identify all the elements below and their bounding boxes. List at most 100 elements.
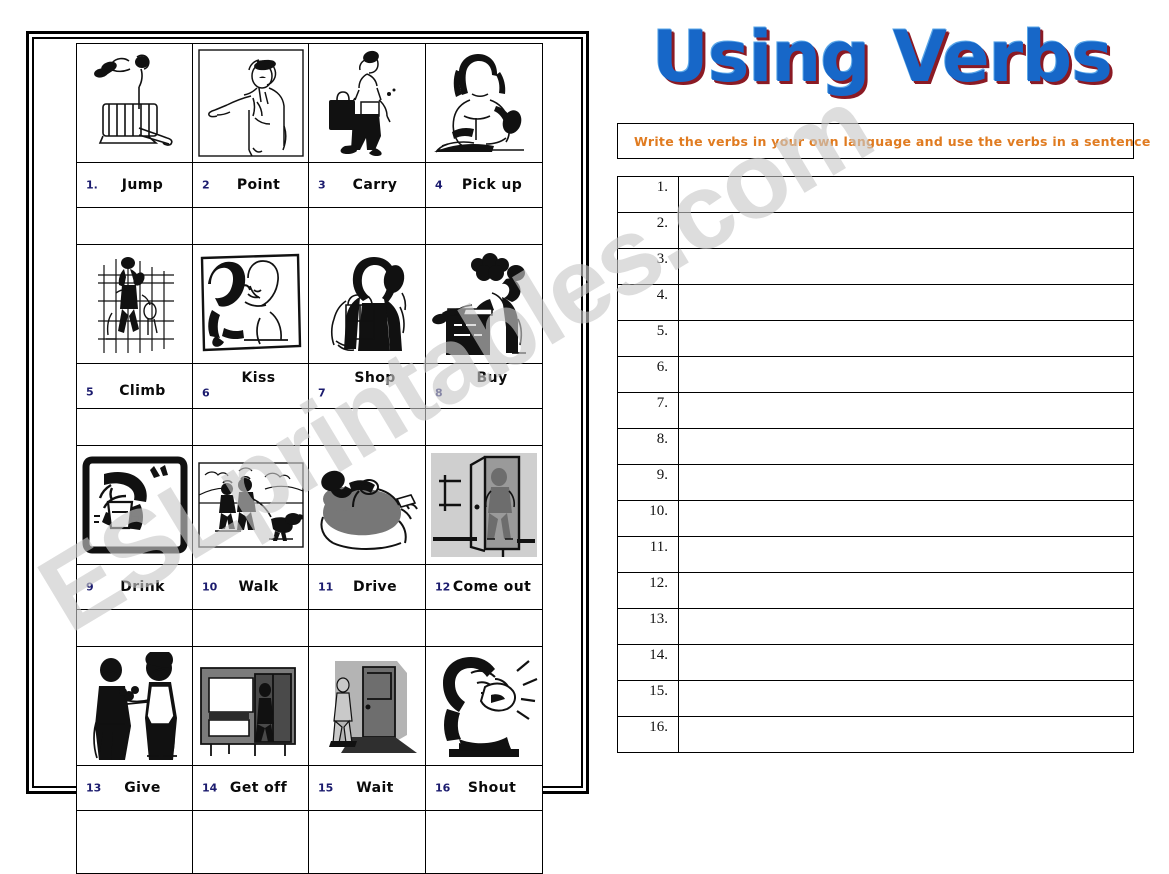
person-coming-out-of-door-icon bbox=[427, 453, 542, 557]
answer-row: 14. bbox=[617, 644, 1134, 681]
person-climbing-fence-icon bbox=[78, 249, 192, 359]
answer-write-field[interactable] bbox=[678, 284, 1134, 321]
verb-label-cell: 10 Walk bbox=[192, 564, 309, 610]
verb-number: 1. bbox=[86, 178, 98, 192]
answer-write-field[interactable] bbox=[678, 320, 1134, 357]
person-jumping-over-box-icon bbox=[78, 49, 192, 157]
answer-write-field[interactable] bbox=[678, 680, 1134, 717]
answer-row: 8. bbox=[617, 428, 1134, 465]
picture-cell bbox=[192, 43, 309, 163]
answer-write-field[interactable] bbox=[678, 716, 1134, 753]
spacer-cell bbox=[192, 609, 309, 647]
answer-write-field[interactable] bbox=[678, 500, 1134, 537]
answer-write-field[interactable] bbox=[678, 356, 1134, 393]
spacer-cell bbox=[425, 810, 543, 874]
verb-label-cell: 6 Kiss bbox=[192, 363, 309, 409]
spacer-row bbox=[76, 810, 543, 874]
answer-row: 3. bbox=[617, 248, 1134, 285]
verb-label-cell: 3 Carry bbox=[308, 162, 426, 208]
person-waiting-at-door-icon bbox=[310, 655, 425, 757]
verb-number: 10 bbox=[202, 580, 218, 594]
verb-label-cell: 15 Wait bbox=[308, 765, 426, 811]
verb-label-cell: 1. Jump bbox=[76, 162, 193, 208]
verb-label-cell: 11 Drive bbox=[308, 564, 426, 610]
spacer-row bbox=[76, 408, 543, 446]
picture-cell bbox=[76, 244, 193, 364]
verb-word: Point bbox=[236, 177, 281, 193]
label-row: 1. Jump 2 Point 3 Carry 4 Pick up bbox=[76, 162, 543, 208]
answer-row: 4. bbox=[617, 284, 1134, 321]
verb-number: 11 bbox=[318, 580, 334, 594]
answer-row: 10. bbox=[617, 500, 1134, 537]
woman-with-shopping-bags-icon bbox=[310, 249, 425, 359]
answer-row-number: 10. bbox=[617, 500, 679, 537]
spacer-cell bbox=[308, 408, 426, 446]
worksheet-frame: 1. Jump 2 Point 3 Carry 4 Pick up 5 Clim… bbox=[26, 31, 589, 874]
answer-row-number: 9. bbox=[617, 464, 679, 501]
verb-label-cell: 13 Give bbox=[76, 765, 193, 811]
picture-cell bbox=[308, 244, 426, 364]
spacer-cell bbox=[425, 408, 543, 446]
verb-number: 4 bbox=[435, 178, 443, 192]
answer-row-number: 13. bbox=[617, 608, 679, 645]
answer-write-field[interactable] bbox=[678, 212, 1134, 249]
picture-cell bbox=[192, 244, 309, 364]
answer-write-field[interactable] bbox=[678, 608, 1134, 645]
answer-row-number: 1. bbox=[617, 176, 679, 213]
answer-write-field[interactable] bbox=[678, 248, 1134, 285]
answer-row-number: 16. bbox=[617, 716, 679, 753]
man-giving-flowers-icon bbox=[78, 652, 192, 760]
verb-label-cell: 14 Get off bbox=[192, 765, 309, 811]
instruction-text: Write the verbs in your own language and… bbox=[634, 133, 1151, 149]
verb-label-cell: 4 Pick up bbox=[425, 162, 543, 208]
verb-number: 16 bbox=[435, 781, 451, 795]
verb-label-cell: 2 Point bbox=[192, 162, 309, 208]
answer-row: 1. bbox=[617, 176, 1134, 213]
answer-row-number: 6. bbox=[617, 356, 679, 393]
answer-lines-table: 1. 2. 3. 4. 5. 6. 7. 8. 9. 10. 11. 12. 13. 14. 15. 16. bbox=[617, 176, 1134, 753]
verb-word: Pick up bbox=[461, 177, 523, 193]
person-picking-up-clothes-icon bbox=[427, 48, 542, 158]
verb-word: Kiss bbox=[241, 370, 276, 386]
answer-write-field[interactable] bbox=[678, 428, 1134, 465]
picture-row bbox=[76, 244, 543, 364]
spacer-cell bbox=[192, 207, 309, 245]
answer-row-number: 3. bbox=[617, 248, 679, 285]
verb-number: 12 bbox=[435, 580, 451, 594]
answer-write-field[interactable] bbox=[678, 392, 1134, 429]
instruction-box: Write the verbs in your own language and… bbox=[617, 123, 1150, 159]
couple-kissing-icon bbox=[194, 250, 308, 358]
answer-row: 13. bbox=[617, 608, 1134, 645]
spacer-cell bbox=[308, 810, 426, 874]
picture-cell bbox=[76, 445, 193, 565]
verb-label-cell: 5 Climb bbox=[76, 363, 193, 409]
person-driving-car-icon bbox=[310, 455, 425, 555]
picture-cell bbox=[308, 646, 426, 766]
spacer-row bbox=[76, 609, 543, 647]
spacer-cell bbox=[76, 408, 193, 446]
couple-walking-dog-icon bbox=[194, 461, 308, 549]
answer-row: 12. bbox=[617, 572, 1134, 609]
picture-cell bbox=[308, 43, 426, 163]
answer-write-field[interactable] bbox=[678, 464, 1134, 501]
verb-number: 3 bbox=[318, 178, 326, 192]
verb-word: Drink bbox=[120, 579, 165, 595]
answer-write-field[interactable] bbox=[678, 572, 1134, 609]
verb-number: 14 bbox=[202, 781, 218, 795]
answer-write-field[interactable] bbox=[678, 644, 1134, 681]
verb-word: Shop bbox=[354, 370, 396, 386]
label-row: 9 Drink 10 Walk 11 Drive 12 Come out bbox=[76, 564, 543, 610]
answer-row: 2. bbox=[617, 212, 1134, 249]
label-row: 13 Give 14 Get off 15 Wait 16 Shout bbox=[76, 765, 543, 811]
answer-write-field[interactable] bbox=[678, 176, 1134, 213]
verb-label-cell: 12 Come out bbox=[425, 564, 543, 610]
answer-write-field[interactable] bbox=[678, 536, 1134, 573]
verb-word: Climb bbox=[119, 383, 166, 399]
answer-row: 16. bbox=[617, 716, 1134, 753]
answer-row: 7. bbox=[617, 392, 1134, 429]
spacer-cell bbox=[76, 609, 193, 647]
verb-number: 6 bbox=[202, 386, 210, 400]
answer-row-number: 14. bbox=[617, 644, 679, 681]
answer-row: 5. bbox=[617, 320, 1134, 357]
picture-cell bbox=[425, 445, 543, 565]
